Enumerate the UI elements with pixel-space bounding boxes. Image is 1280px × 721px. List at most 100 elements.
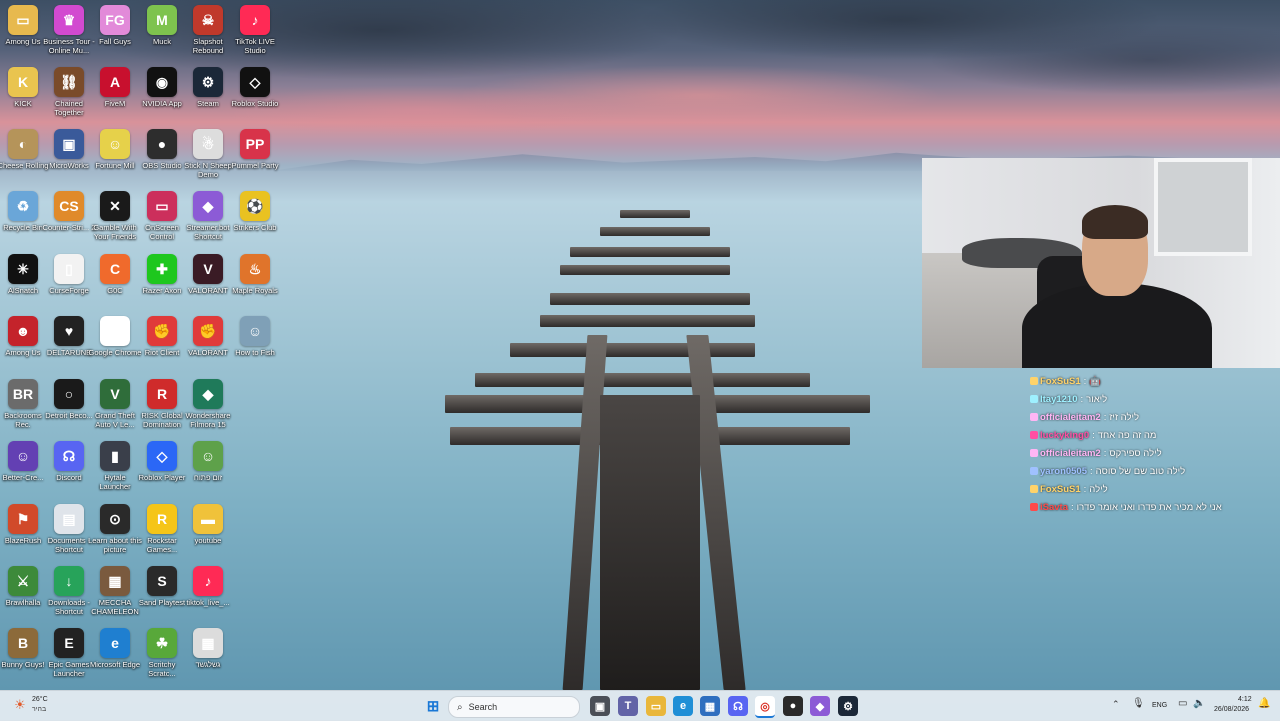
taskbar: ☀ 26°C בהיר ⊞ ⌕ Search ▣ T ▭ e ▦ ☊ ◎ ● ◆… [0, 690, 1280, 721]
task-view-icon[interactable]: ▣ [590, 696, 610, 716]
desktop-icon[interactable]: ▦ גשלגשד [185, 628, 231, 669]
desktop-icon[interactable]: ▣ MicroWorks [46, 129, 92, 170]
desktop-icon[interactable]: K KICK [0, 67, 46, 108]
language-indicator[interactable]: ENG [1152, 702, 1167, 709]
chat-text: לילה טוב שם של סוסה [1095, 465, 1186, 477]
desktop-icon[interactable]: ⚔ Brawlhalla [0, 566, 46, 607]
desktop-icon[interactable]: ▭ Among Us [0, 5, 46, 46]
desktop-icon[interactable]: FG Fall Guys [92, 5, 138, 46]
clock-time[interactable]: 4:12 [1238, 696, 1252, 703]
chat-message: yaron0505: לילה טוב שם של סוסה [1030, 462, 1270, 480]
desktop-icon[interactable]: ● OBS Studio [139, 129, 185, 170]
desktop-icon[interactable]: B Bunny Guys! [0, 628, 46, 669]
app-icon: ✳ [8, 254, 38, 284]
desktop-icon[interactable]: ♻ Recycle Bin [0, 191, 46, 232]
desktop-icon[interactable]: ☃ Stick N Sheep Demo [184, 129, 232, 179]
file-explorer-icon[interactable]: ▭ [646, 696, 666, 716]
edge-icon[interactable]: e [673, 696, 693, 716]
search-placeholder: Search [468, 702, 498, 712]
desktop-icon[interactable]: ⚙ Steam [185, 67, 231, 108]
desktop-icon[interactable]: ⚑ BlazeRush [0, 504, 46, 545]
chat-text: אני לא מכיר את פדרו ואני אומר פדרו [1076, 501, 1222, 513]
desktop-icon[interactable]: ☺ זום פתוח [185, 441, 231, 482]
discord-icon[interactable]: ☊ [728, 696, 748, 716]
desktop-icon[interactable]: ▬ youtube [185, 504, 231, 545]
microphone-icon[interactable]: 🎙 [1132, 698, 1145, 709]
desktop-icon[interactable]: ☘ Scritchy Scratc... [139, 628, 185, 678]
desktop-icon[interactable]: C G0C [92, 254, 138, 295]
desktop-icon[interactable]: ▦ MECCHA CHAMELEON [91, 566, 139, 616]
desktop-icon[interactable]: ☊ Discord [46, 441, 92, 482]
desktop-icon[interactable]: ⛓ Chained Together [46, 67, 92, 117]
app-icon: ☻ [8, 316, 38, 346]
app-icon: ☃ [193, 129, 223, 159]
desktop-icon-label: Slapshot Rebound [192, 37, 224, 55]
volume-icon[interactable]: 🔈 [1193, 698, 1205, 709]
desktop-icon[interactable]: ○ Detroit Beco... [45, 379, 93, 420]
weather-desc: בהיר [32, 706, 47, 713]
app-icon: ♥ [54, 316, 84, 346]
desktop-icon[interactable]: S Sand Playtest [139, 566, 185, 607]
search-box[interactable]: ⌕ Search [448, 696, 580, 718]
desktop-icon[interactable]: ✊ VALORANT [185, 316, 231, 357]
desktop-icon-label: Pummel Party [231, 161, 279, 170]
desktop-icon[interactable]: ☻ Among Us [0, 316, 46, 357]
desktop-icon[interactable]: V Grand Theft Auto V Le... [92, 379, 138, 429]
chat-separator: : [1092, 429, 1095, 441]
app-icon: ▭ [8, 5, 38, 35]
desktop-icon[interactable]: ◎ Google Chrome [89, 316, 141, 357]
desktop-icon[interactable]: ♪ tiktok_live_... [185, 566, 231, 607]
desktop-icon-label: Fortune Mill [95, 161, 135, 170]
desktop-icon[interactable]: ↓ Downloads - Shortcut [46, 566, 92, 616]
desktop-icon-label: Streamer.bot Shortcut [186, 223, 230, 241]
webcam-hair [1082, 205, 1148, 239]
desktop-icon[interactable]: ▭ OnScreen Control [139, 191, 185, 241]
show-hidden-icons-icon[interactable]: ⌃ [1112, 699, 1120, 710]
desktop-icon[interactable]: ⊙ Learn about this picture [88, 504, 142, 554]
steam-icon[interactable]: ⚙ [838, 696, 858, 716]
chrome-icon[interactable]: ◎ [755, 696, 775, 718]
desktop-icon[interactable]: ♪ TikTok LIVE Studio [232, 5, 278, 55]
clock-date[interactable]: 26/08/2026 [1214, 706, 1249, 713]
streamer-bot-icon[interactable]: ◆ [810, 696, 830, 716]
desktop-icon[interactable]: PP Pummel Party [231, 129, 279, 170]
desktop-icon[interactable]: R Rockstar Games... [139, 504, 185, 554]
desktop-icon-label: Maple Royals [232, 286, 278, 295]
desktop-icon[interactable]: ▯ CurseForge [46, 254, 92, 295]
desktop-icon[interactable]: ◐ Cheese Rolling [0, 129, 48, 170]
desktop-icon[interactable]: E Epic Games Launcher [46, 628, 92, 678]
desktop-icon[interactable]: M Muck [139, 5, 185, 46]
desktop-icon[interactable]: R RISK Global Domination [139, 379, 185, 429]
desktop-icon[interactable]: ☺ Better-Cre... [0, 441, 46, 482]
desktop-icon[interactable]: V VALORANT [185, 254, 231, 295]
desktop-icon[interactable]: ▮ Hytale Launcher [92, 441, 138, 491]
desktop-icon[interactable]: ✕ Gamble With Your Friends [92, 191, 138, 241]
desktop-icon[interactable]: ▤ Documents - Shortcut [46, 504, 92, 554]
desktop-icon[interactable]: ✊ Riot Client [139, 316, 185, 357]
desktop-icon[interactable]: ◆ Wondershare Filmora 15 [185, 379, 231, 429]
teams-icon[interactable]: T [618, 696, 638, 716]
desktop-icon[interactable]: ☺ How to Fish [232, 316, 278, 357]
desktop-icon[interactable]: ♥ DELTARUNE [46, 316, 92, 357]
desktop-icon[interactable]: A FiveM [92, 67, 138, 108]
desktop-icon[interactable]: ⚽ Strikers Club [232, 191, 278, 232]
desktop-icon[interactable]: ♨ Maple Royals [232, 254, 278, 295]
network-icon[interactable]: ▭ [1178, 698, 1187, 709]
desktop-icon[interactable]: ✚ Razer Axon [139, 254, 185, 295]
notification-bell-icon[interactable]: 🔔 [1258, 698, 1270, 709]
desktop-icon[interactable]: ♛ Business Tour - Online Mu... [43, 5, 95, 55]
desktop-icon[interactable]: ☺ Fortune Mill [92, 129, 138, 170]
desktop-icon[interactable]: ✳ AlSnatch [0, 254, 46, 295]
weather-widget[interactable]: ☀ 26°C בהיר [14, 695, 54, 717]
desktop-icon[interactable]: CS Counter-Stri... 2 [43, 191, 95, 232]
desktop-icon[interactable]: ◇ Roblox Player [139, 441, 185, 482]
desktop-icon[interactable]: ◆ Streamer.bot Shortcut [185, 191, 231, 241]
desktop-icon[interactable]: ◉ NVIDIA App [139, 67, 185, 108]
desktop-icon[interactable]: ◇ Roblox Studio [232, 67, 278, 108]
store-icon[interactable]: ▦ [700, 696, 720, 716]
desktop-icon[interactable]: BR Backrooms Rec. [0, 379, 46, 429]
desktop-icon[interactable]: e Microsoft Edge [90, 628, 140, 669]
app-icon[interactable]: ● [783, 696, 803, 716]
start-button-icon[interactable]: ⊞ [423, 696, 443, 716]
desktop-icon[interactable]: ☠ Slapshot Rebound [185, 5, 231, 55]
